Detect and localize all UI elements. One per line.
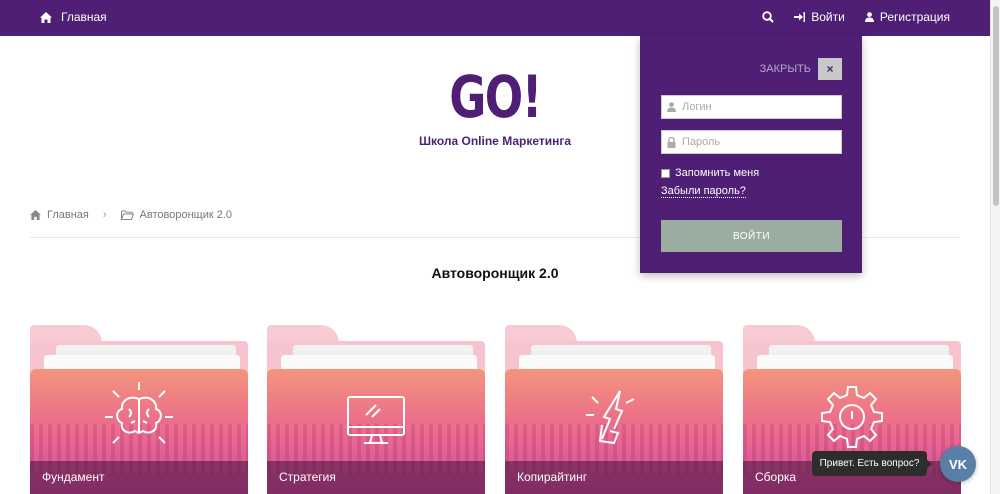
breadcrumb-home-link[interactable]: Главная — [47, 209, 89, 221]
login-input[interactable] — [682, 101, 832, 113]
card-label: Стратегия — [267, 461, 485, 494]
course-card-fundament[interactable]: Фундамент — [30, 325, 248, 494]
user-icon — [667, 102, 676, 112]
remember-me[interactable]: Запомнить меня — [661, 167, 759, 179]
site-logo[interactable]: GO! Школа Online Маркетинга — [400, 68, 590, 148]
search-icon — [762, 11, 774, 23]
nav-register-link[interactable]: Регистрация — [864, 10, 950, 24]
page-scrollbar[interactable] — [990, 0, 1000, 494]
logo-text: GO! — [449, 63, 542, 131]
sign-in-icon — [794, 12, 806, 22]
password-input[interactable] — [682, 136, 832, 148]
monitor-icon — [347, 396, 405, 444]
forgot-password-link[interactable]: Забыли пароль? — [661, 185, 746, 198]
course-card-strategy[interactable]: Стратегия — [267, 325, 485, 494]
search-button[interactable] — [762, 11, 774, 23]
nav-login-link[interactable]: Войти — [794, 10, 845, 24]
nav-home-label: Главная — [61, 10, 107, 24]
user-icon — [864, 12, 874, 22]
course-card-copywriting[interactable]: Копирайтинг — [505, 325, 723, 494]
card-label: Фундамент — [30, 461, 248, 494]
breadcrumb-separator: › — [102, 209, 107, 221]
logo-tagline: Школа Online Маркетинга — [418, 134, 572, 148]
home-icon — [40, 11, 52, 23]
login-dropdown: ЗАКРЫТЬ × Запомнить меня Забыли пароль? … — [640, 36, 862, 273]
pen-hand-icon — [586, 390, 635, 445]
home-icon — [30, 210, 41, 220]
breadcrumb-current: Автоворонщик 2.0 — [139, 209, 233, 221]
folder-open-icon — [120, 210, 134, 220]
vk-chat-button[interactable]: VK — [940, 446, 976, 482]
nav-login-label: Войти — [811, 10, 845, 24]
password-field[interactable] — [661, 130, 842, 154]
vk-icon: VK — [948, 456, 968, 472]
breadcrumb: Главная › Автоворонщик 2.0 — [30, 209, 232, 221]
card-label: Копирайтинг — [505, 461, 723, 494]
gear-icon — [821, 386, 883, 448]
brain-icon — [105, 382, 173, 444]
lock-icon — [667, 136, 676, 148]
chat-greeting-bubble[interactable]: Привет. Есть вопрос? — [812, 451, 932, 476]
top-nav-bar: Главная Войти Регистрация — [0, 0, 990, 36]
close-button[interactable]: × — [818, 58, 842, 80]
scrollbar-thumb[interactable] — [993, 6, 999, 206]
login-field[interactable] — [661, 95, 842, 119]
remember-label: Запомнить меня — [675, 167, 760, 179]
close-label[interactable]: ЗАКРЫТЬ — [760, 63, 811, 75]
nav-register-label: Регистрация — [879, 10, 950, 24]
nav-home-link[interactable]: Главная — [40, 10, 107, 24]
remember-checkbox[interactable] — [661, 168, 670, 178]
login-submit-button[interactable]: ВОЙТИ — [661, 220, 842, 252]
close-row[interactable]: ЗАКРЫТЬ × — [760, 58, 842, 80]
